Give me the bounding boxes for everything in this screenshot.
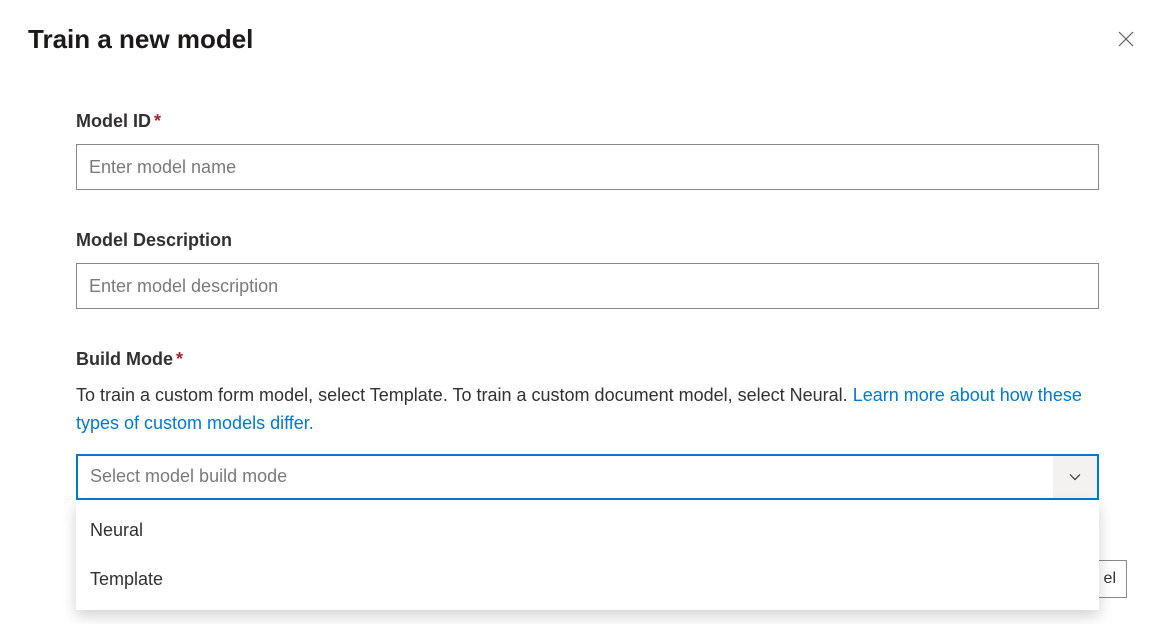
model-description-label: Model Description — [76, 230, 1099, 251]
build-mode-combobox[interactable]: Select model build mode — [76, 454, 1099, 500]
combobox-placeholder: Select model build mode — [78, 466, 1053, 487]
dialog-title: Train a new model — [28, 24, 253, 55]
model-id-input[interactable] — [76, 144, 1099, 190]
field-model-description: Model Description — [76, 230, 1099, 309]
train-model-dialog: Train a new model Model ID* Model Descri… — [0, 0, 1169, 524]
build-mode-dropdown: Neural Template — [76, 500, 1099, 610]
build-mode-help-text: To train a custom form model, select Tem… — [76, 382, 1099, 438]
option-neural[interactable]: Neural — [76, 506, 1099, 555]
combobox-caret-button[interactable] — [1053, 456, 1097, 498]
field-build-mode: Build Mode* To train a custom form model… — [76, 349, 1099, 500]
footer-button-partial[interactable]: el — [1095, 560, 1127, 598]
build-mode-label: Build Mode* — [76, 349, 1099, 370]
help-text-pre: To train a custom form model, select Tem… — [76, 385, 853, 405]
build-mode-combobox-wrapper: Select model build mode Neural Template — [76, 454, 1099, 500]
model-description-input[interactable] — [76, 263, 1099, 309]
form-body: Model ID* Model Description Build Mode* … — [28, 111, 1141, 500]
label-text: Build Mode — [76, 349, 173, 369]
required-mark: * — [176, 349, 183, 369]
dialog-header: Train a new model — [28, 24, 1141, 111]
required-mark: * — [154, 111, 161, 131]
chevron-down-icon — [1068, 470, 1082, 484]
close-icon — [1117, 30, 1135, 48]
label-text: Model ID — [76, 111, 151, 131]
field-model-id: Model ID* — [76, 111, 1099, 190]
label-text: Model Description — [76, 230, 232, 250]
model-id-label: Model ID* — [76, 111, 1099, 132]
close-button[interactable] — [1111, 24, 1141, 56]
option-template[interactable]: Template — [76, 555, 1099, 604]
